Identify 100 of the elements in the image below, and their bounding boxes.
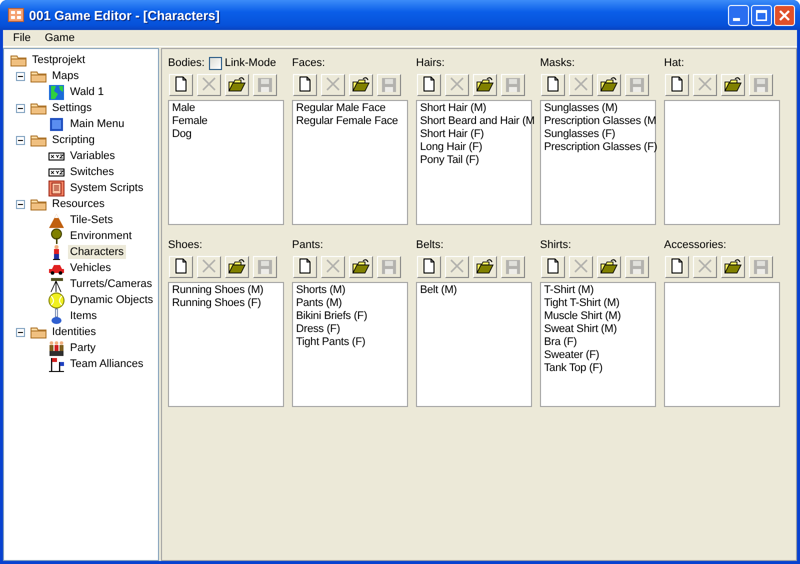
new-file-button[interactable] — [169, 74, 193, 96]
tree-item[interactable]: Maps — [50, 69, 81, 83]
new-file-button[interactable] — [665, 256, 689, 278]
tree-item[interactable]: Scripting — [50, 133, 97, 147]
link-mode-checkbox[interactable] — [208, 56, 222, 70]
tree-item[interactable]: Turrets/Cameras — [68, 277, 154, 291]
tree-item[interactable]: System Scripts — [68, 181, 146, 195]
tree-item[interactable]: Main Menu — [68, 117, 126, 131]
menu-item[interactable]: File — [6, 32, 38, 44]
minimize-button[interactable] — [728, 4, 749, 26]
group-icon — [48, 340, 65, 356]
new-file-button[interactable] — [541, 256, 565, 278]
collapse-toggle[interactable] — [16, 104, 25, 112]
list-box[interactable]: Shorts (M) Pants (M) Bikini Briefs (F) Dress (F) Tight Pants (F) — [292, 282, 408, 407]
map-icon — [48, 84, 65, 100]
list-item[interactable]: Sunglasses (F) — [544, 128, 655, 141]
save-icon — [503, 75, 523, 95]
list-item[interactable]: Sweater (F) — [544, 349, 655, 362]
list-box[interactable]: Belt (M) — [416, 282, 532, 407]
tree-item[interactable]: Resources — [50, 197, 107, 211]
tree-item[interactable]: Tile-Sets — [68, 213, 115, 227]
tree-item[interactable]: Switches — [68, 165, 116, 179]
list-box[interactable]: Male Female Dog — [168, 100, 284, 225]
list-item[interactable]: Sunglasses (M) — [544, 102, 655, 115]
list-item[interactable]: Bra (F) — [544, 336, 655, 349]
open-folder-button[interactable] — [721, 256, 745, 278]
tree-item[interactable]: Vehicles — [68, 261, 113, 275]
menu-item[interactable]: Game — [38, 32, 82, 44]
list-item[interactable]: Tight Pants (F) — [296, 336, 407, 349]
list-item[interactable]: T-Shirt (M) — [544, 284, 655, 297]
list-box[interactable]: Running Shoes (M) Running Shoes (F) — [168, 282, 284, 407]
tree-item[interactable]: Settings — [50, 101, 94, 115]
new-file-button[interactable] — [417, 74, 441, 96]
tree-item[interactable]: Variables — [68, 149, 118, 163]
open-folder-button[interactable] — [721, 74, 745, 96]
tree-item[interactable]: Environment — [68, 229, 134, 243]
new-file-button[interactable] — [665, 74, 689, 96]
tree-item[interactable]: Characters — [68, 245, 126, 259]
collapse-toggle[interactable] — [16, 136, 25, 144]
collapse-toggle[interactable] — [16, 200, 25, 208]
tree-item[interactable]: Dynamic Objects — [68, 293, 156, 307]
list-item[interactable]: Dress (F) — [296, 323, 407, 336]
open-folder-button[interactable] — [597, 256, 621, 278]
list-item[interactable]: Muscle Shirt (M) — [544, 310, 655, 323]
list-item[interactable]: Tight T-Shirt (M) — [544, 297, 655, 310]
list-item[interactable]: Short Hair (F) — [420, 128, 531, 141]
tree-item[interactable]: Identities — [50, 325, 98, 339]
tree-item[interactable]: Wald 1 — [68, 85, 106, 99]
tree-item[interactable]: Testprojekt — [30, 53, 88, 67]
list-item[interactable]: Female — [172, 115, 283, 128]
list-item[interactable]: Bikini Briefs (F) — [296, 310, 407, 323]
list-item[interactable]: Running Shoes (M) — [172, 284, 283, 297]
open-folder-button[interactable] — [473, 74, 497, 96]
open-folder-button[interactable] — [225, 74, 249, 96]
new-file-button[interactable] — [293, 256, 317, 278]
tree-item[interactable]: Items — [68, 309, 99, 323]
list-box[interactable]: Sunglasses (M) Prescription Glasses (M Sunglasses (F) Prescription Glasses (F) — [540, 100, 656, 225]
checkbox-label[interactable]: Link-Mode — [224, 57, 276, 69]
list-item[interactable]: Belt (M) — [420, 284, 531, 297]
list-box[interactable]: Short Hair (M) Short Beard and Hair (M Short Hair (F) Long Hair (F) Pony Tail (F) — [416, 100, 532, 225]
panel-label: Bodies: — [168, 57, 205, 69]
save-icon — [379, 257, 399, 277]
list-item[interactable]: Regular Female Face — [296, 115, 407, 128]
tree-item[interactable]: Party — [68, 341, 98, 355]
close-button[interactable] — [774, 4, 795, 26]
list-item[interactable]: Prescription Glasses (F) — [544, 141, 655, 154]
open-folder-button[interactable] — [349, 74, 373, 96]
list-box[interactable]: T-Shirt (M) Tight T-Shirt (M) Muscle Shirt (M) Sweat Shirt (M) Bra (F) Sweater (F) Tank Top (F) — [540, 282, 656, 407]
new-file-button[interactable] — [417, 256, 441, 278]
ball-icon — [48, 292, 65, 308]
window-icon — [48, 116, 65, 132]
list-item[interactable]: Regular Male Face — [296, 102, 407, 115]
maximize-button[interactable] — [751, 4, 772, 26]
list-item[interactable]: Prescription Glasses (M — [544, 115, 655, 128]
list-item[interactable]: Dog — [172, 128, 283, 141]
list-item[interactable]: Long Hair (F) — [420, 141, 531, 154]
open-folder-button[interactable] — [349, 256, 373, 278]
mountain-icon — [48, 212, 65, 228]
close-icon — [779, 10, 790, 20]
new-file-button[interactable] — [169, 256, 193, 278]
minimize-icon — [733, 18, 740, 20]
open-folder-button[interactable] — [473, 256, 497, 278]
list-item[interactable]: Shorts (M) — [296, 284, 407, 297]
list-item[interactable]: Pants (M) — [296, 297, 407, 310]
list-item[interactable]: Short Hair (M) — [420, 102, 531, 115]
collapse-toggle[interactable] — [16, 72, 25, 80]
tree-item[interactable]: Team Alliances — [68, 357, 146, 371]
list-item[interactable]: Running Shoes (F) — [172, 297, 283, 310]
new-file-button[interactable] — [293, 74, 317, 96]
open-folder-button[interactable] — [597, 74, 621, 96]
open-folder-button[interactable] — [225, 256, 249, 278]
list-item[interactable]: Sweat Shirt (M) — [544, 323, 655, 336]
list-item[interactable]: Male — [172, 102, 283, 115]
list-box[interactable]: Regular Male Face Regular Female Face — [292, 100, 408, 225]
collapse-toggle[interactable] — [16, 328, 25, 336]
panel-label: Faces: — [292, 57, 326, 69]
new-file-button[interactable] — [541, 74, 565, 96]
save-icon — [751, 257, 771, 277]
list-item[interactable]: Pony Tail (F) — [420, 154, 531, 167]
list-item[interactable]: Tank Top (F) — [544, 362, 655, 375]
